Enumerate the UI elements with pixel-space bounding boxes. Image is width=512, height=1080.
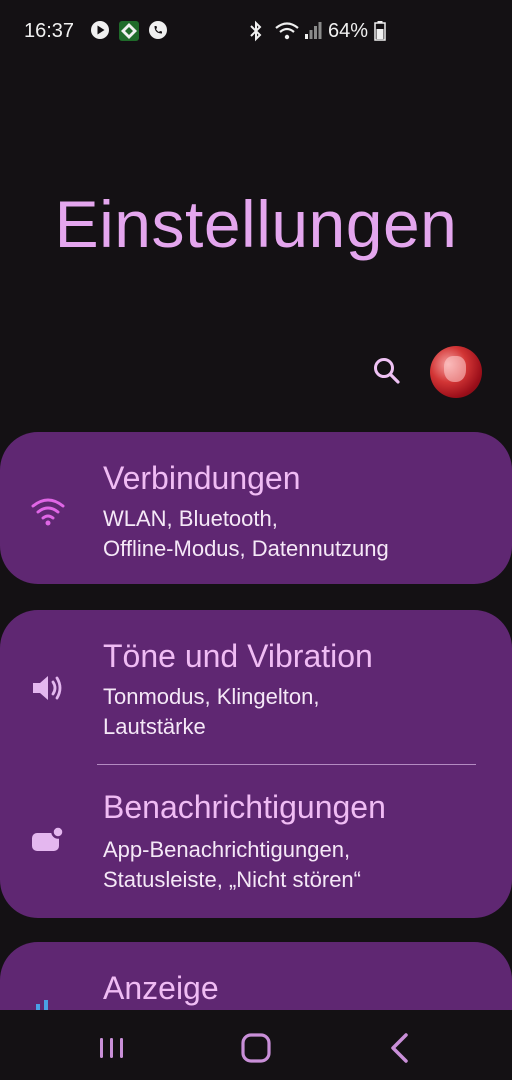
setting-title: Benachrichtigungen [103,789,386,825]
setting-item-connections[interactable]: Verbindungen WLAN, Bluetooth, Offline-Mo… [0,432,512,584]
setting-item-notifications[interactable]: Benachrichtigungen App-Benachrichtigunge… [0,765,512,918]
subtitle-line: Statusleiste, „Nicht stören“ [103,867,361,892]
avatar[interactable] [430,346,482,398]
settings-card-sound-notifications: Töne und Vibration Tonmodus, Klingelton,… [0,610,512,918]
play-icon [91,21,109,39]
setting-subtitle: WLAN, Bluetooth, Offline-Modus, Datennut… [103,504,493,564]
whatsapp-call-icon [149,21,167,39]
subtitle-line: App-Benachrichtigungen, [103,837,351,862]
navigation-bar [0,1010,512,1080]
subtitle-line: Offline-Modus, Datennutzung [103,536,389,561]
page-title: Einstellungen [54,187,458,261]
status-time: 16:37 [24,20,75,42]
speaker-icon [33,676,62,700]
notification-icon [32,825,65,851]
search-icon[interactable] [372,356,402,386]
wifi-icon [31,498,65,526]
setting-title: Verbindungen [103,460,301,496]
subtitle-line: Tonmodus, Klingelton, [103,684,320,709]
home-icon[interactable] [236,1030,276,1066]
battery-percent: 64% [328,20,369,42]
setting-title: Anzeige [103,970,219,1006]
back-icon[interactable] [380,1030,420,1066]
status-bar: 16:37 64% [0,0,512,64]
signal-icon [305,22,322,39]
subtitle-line: WLAN, Bluetooth, [103,506,278,531]
app-icon [119,21,139,41]
recents-icon[interactable] [92,1030,132,1066]
setting-subtitle: App-Benachrichtigungen, Statusleiste, „N… [103,835,493,895]
settings-card-connections: Verbindungen WLAN, Bluetooth, Offline-Mo… [0,432,512,584]
setting-subtitle: Tonmodus, Klingelton, Lautstärke [103,682,493,742]
subtitle-line: Lautstärke [103,714,206,739]
battery-icon [374,21,386,41]
setting-title: Töne und Vibration [103,638,373,674]
setting-item-sounds[interactable]: Töne und Vibration Tonmodus, Klingelton,… [0,610,512,764]
bluetooth-icon [250,20,262,42]
wifi-icon [275,22,299,40]
